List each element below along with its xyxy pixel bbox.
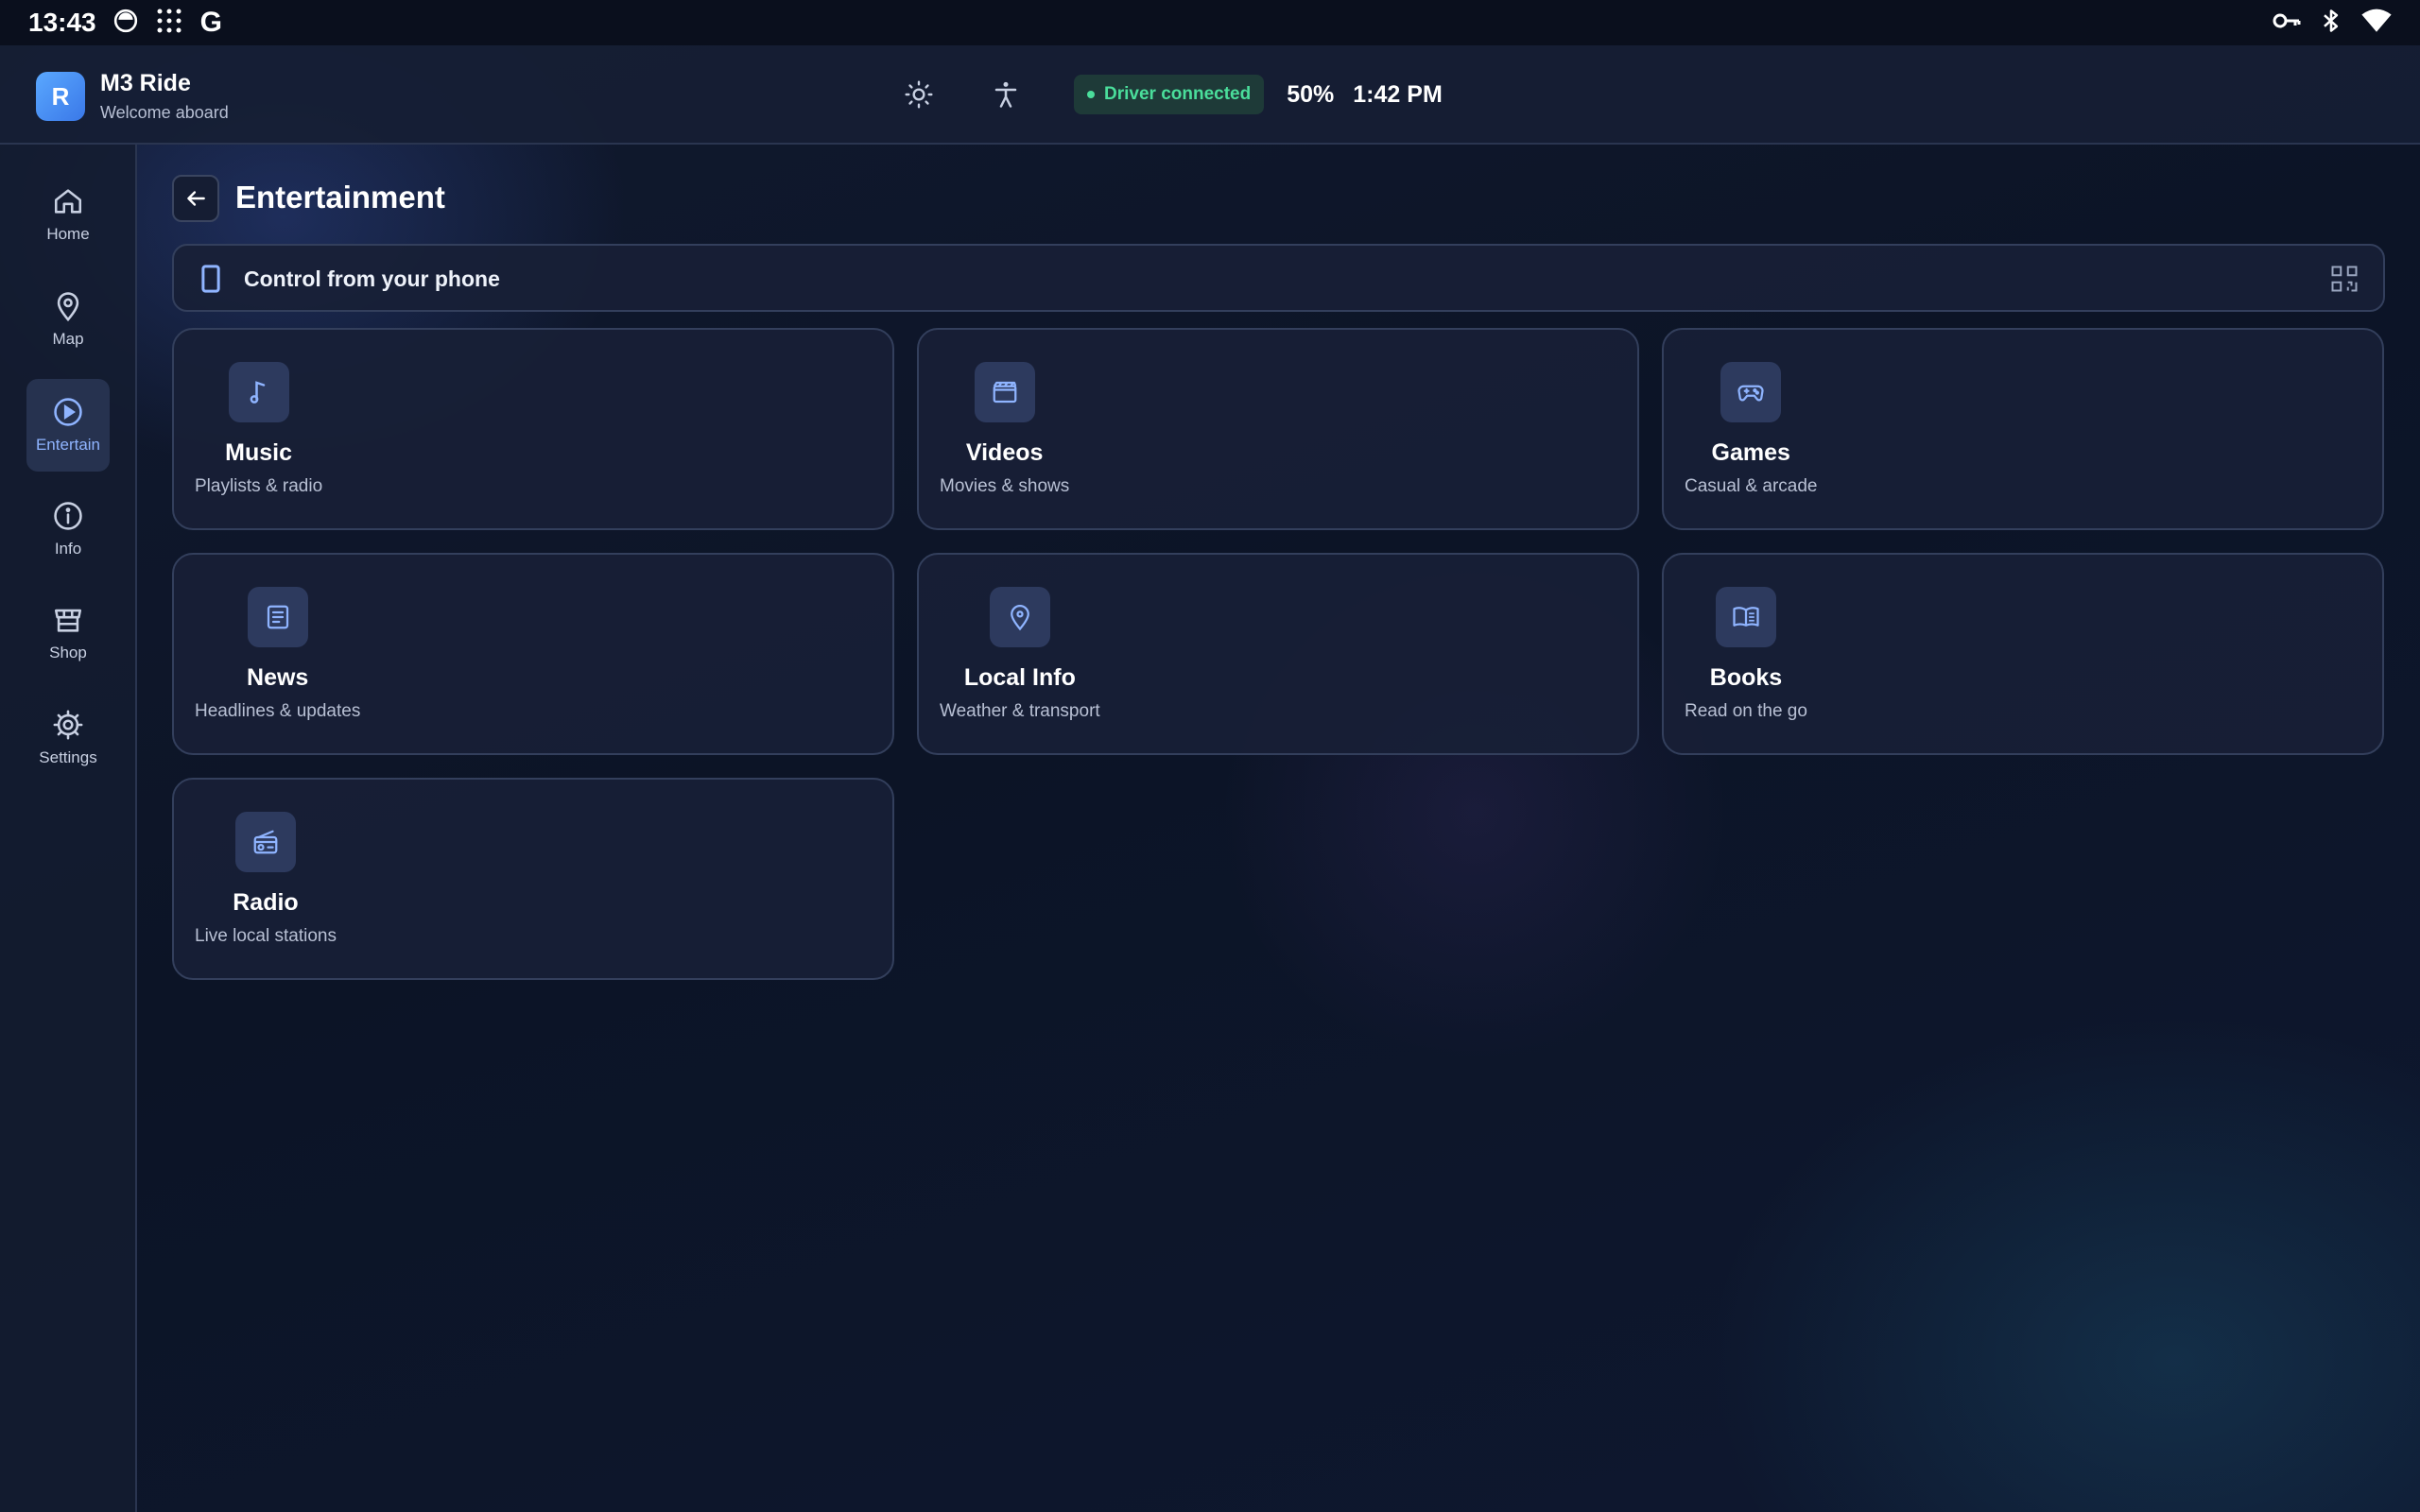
card-title: Books (1709, 664, 1783, 691)
wifi-icon (2361, 9, 2392, 38)
volume-level: 50% (1287, 80, 1335, 108)
sidebar-item-label: Info (54, 540, 82, 558)
card-title: Videos (965, 439, 1044, 466)
card-books[interactable]: Books Read on the go (1662, 553, 2384, 755)
card-title: Music (225, 439, 293, 466)
sidebar-item-settings[interactable]: Settings (26, 692, 110, 784)
home-icon (54, 189, 82, 214)
card-radio[interactable]: Radio Live local stations (172, 778, 894, 980)
open-book-icon (1715, 587, 1776, 647)
sun-icon (905, 80, 933, 109)
vpn-key-icon (2273, 10, 2301, 36)
sidebar-item-entertain[interactable]: Entertain (26, 379, 110, 472)
sidebar-item-shop[interactable]: Shop (26, 587, 110, 679)
circle-status-icon (113, 9, 138, 38)
driver-status-label: Driver connected (1104, 84, 1252, 104)
card-subtitle: Live local stations (195, 926, 337, 946)
clapperboard-icon (974, 362, 1035, 422)
card-subtitle: Casual & arcade (1685, 476, 1818, 496)
app-subtitle: Welcome aboard (100, 103, 229, 122)
google-icon: G (199, 7, 222, 38)
card-subtitle: Playlists & radio (195, 476, 323, 496)
sidebar-item-label: Settings (39, 748, 97, 766)
card-title: Games (1711, 439, 1790, 466)
accessibility-icon (994, 81, 1017, 108)
card-title: Local Info (963, 664, 1076, 691)
location-pin-icon (989, 587, 1050, 647)
bluetooth-icon (2322, 8, 2341, 39)
sidebar-item-map[interactable]: Map (26, 273, 110, 366)
card-title: Radio (233, 889, 299, 916)
gear-icon (53, 710, 83, 740)
gamepad-icon (1720, 362, 1782, 422)
info-icon (54, 502, 82, 530)
store-icon (54, 609, 82, 632)
avatar[interactable]: R (36, 72, 85, 121)
page-title: Entertainment (235, 180, 445, 215)
qr-code-icon[interactable] (2330, 265, 2359, 298)
card-subtitle: Headlines & updates (195, 701, 361, 721)
app-header: R M3 Ride Welcome aboard Driver connecte… (0, 45, 2420, 145)
card-games[interactable]: Games Casual & arcade (1662, 328, 2384, 530)
app-title: M3 Ride (100, 70, 191, 96)
card-subtitle: Read on the go (1685, 701, 1807, 721)
status-dot (1087, 91, 1095, 98)
brightness-button[interactable] (898, 74, 940, 115)
driver-status-badge: Driver connected (1074, 75, 1265, 114)
sidebar-item-label: Entertain (35, 436, 101, 454)
sidebar-item-label: Home (46, 225, 90, 243)
play-circle-icon (54, 398, 82, 426)
header-clock: 1:42 PM (1353, 80, 1443, 108)
sidebar-nav: Home Map Entertain Info Shop Settings (0, 145, 137, 1512)
control-from-phone-bar[interactable]: Control from your phone (172, 244, 2385, 312)
newspaper-icon (247, 587, 308, 647)
sidebar-item-info[interactable]: Info (26, 483, 110, 576)
sidebar-item-home[interactable]: Home (26, 168, 110, 261)
accessibility-button[interactable] (985, 74, 1027, 115)
brand: R M3 Ride Welcome aboard (36, 70, 229, 123)
system-status-bar: 13:43 G (0, 0, 2420, 45)
card-title: News (247, 664, 309, 691)
radio-icon (234, 812, 296, 872)
control-from-phone-label: Control from your phone (244, 266, 500, 291)
card-music[interactable]: Music Playlists & radio (172, 328, 894, 530)
sidebar-item-label: Map (52, 330, 84, 348)
status-time: 13:43 (28, 8, 96, 37)
map-pin-icon (57, 292, 79, 322)
card-subtitle: Movies & shows (940, 476, 1070, 496)
arrow-left-icon (187, 191, 205, 206)
dots-grid-icon (155, 7, 183, 40)
card-subtitle: Weather & transport (940, 701, 1100, 721)
phone-icon (200, 265, 221, 298)
sidebar-item-label: Shop (49, 644, 87, 662)
card-local-info[interactable]: Local Info Weather & transport (917, 553, 1639, 755)
card-news[interactable]: News Headlines & updates (172, 553, 894, 755)
music-note-icon (228, 362, 289, 422)
card-videos[interactable]: Videos Movies & shows (917, 328, 1639, 530)
back-button[interactable] (172, 175, 219, 222)
